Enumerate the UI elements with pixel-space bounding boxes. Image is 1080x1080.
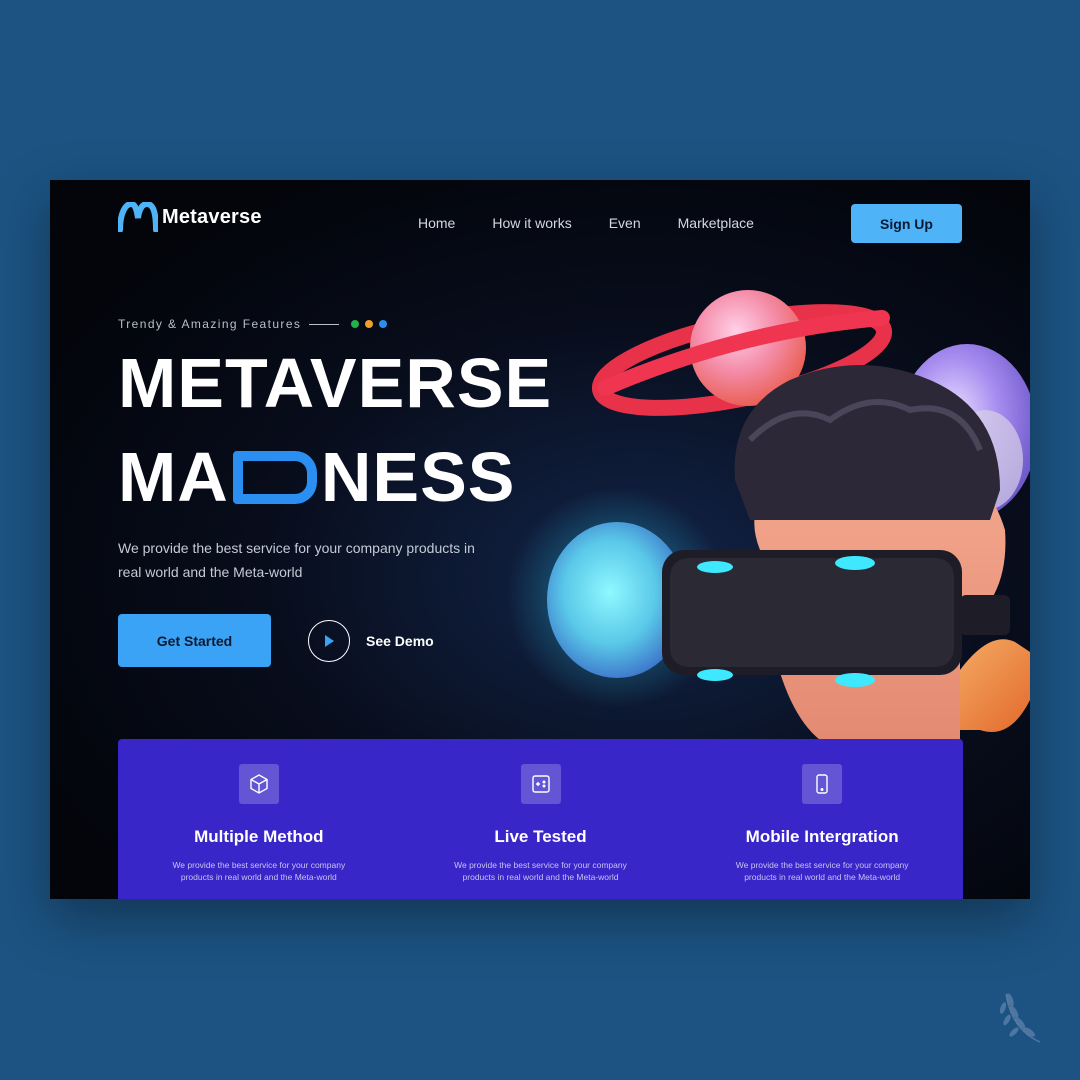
nav-how-it-works[interactable]: How it works <box>492 215 571 231</box>
tablet-sparkle-icon <box>520 764 561 804</box>
hero-description: We provide the best service for your com… <box>118 540 475 580</box>
features-panel: Multiple Method We provide the best serv… <box>118 739 963 899</box>
hero-tagline: Trendy & Amazing Features <box>118 317 388 331</box>
tagline-dots <box>351 320 388 328</box>
hero-title-line-1: METAVERSE <box>118 344 553 422</box>
brand-logo[interactable]: Metaverse <box>118 202 262 232</box>
feature-description: We provide the best service for your com… <box>172 860 346 882</box>
tagline-text: Trendy & Amazing Features <box>118 317 302 331</box>
hero-title-line-2: MA NESS <box>118 442 516 512</box>
blue-dot <box>379 320 388 328</box>
title-prefix: MA <box>118 438 229 516</box>
laurel-icon <box>1000 993 1041 1043</box>
green-dot <box>351 320 360 328</box>
feature-card: Mobile Intergration We provide the best … <box>681 739 963 899</box>
logo-m-icon <box>118 202 158 232</box>
orange-dot <box>365 320 374 328</box>
brand-name: Metaverse <box>162 205 262 228</box>
tagline-divider <box>309 323 340 325</box>
vr-headset-illustration <box>507 290 1030 740</box>
feature-card: Live Tested We provide the best service … <box>400 739 682 899</box>
get-started-button[interactable]: Get Started <box>118 614 271 667</box>
nav-even[interactable]: Even <box>609 215 641 231</box>
see-demo-label: See Demo <box>366 633 434 649</box>
feature-description: We provide the best service for your com… <box>735 860 909 882</box>
title-d-glyph <box>232 450 317 504</box>
cube-icon <box>238 764 279 804</box>
title-suffix: NESS <box>320 438 516 516</box>
nav-home[interactable]: Home <box>418 215 455 231</box>
mobile-phone-icon <box>802 764 843 804</box>
see-demo-button[interactable]: See Demo <box>308 620 434 662</box>
feature-title: Mobile Intergration <box>745 827 899 846</box>
nav-marketplace[interactable]: Marketplace <box>678 215 754 231</box>
feature-title: Live Tested <box>494 827 587 846</box>
feature-title: Multiple Method <box>194 827 324 846</box>
landing-page-frame: Metaverse Home How it works Even Marketp… <box>50 180 1030 899</box>
feature-description: We provide the best service for your com… <box>454 860 627 882</box>
main-nav: Home How it works Even Marketplace <box>418 215 754 231</box>
sign-up-button[interactable]: Sign Up <box>851 204 962 243</box>
feature-card: Multiple Method We provide the best serv… <box>118 739 400 899</box>
play-icon[interactable] <box>308 620 350 662</box>
